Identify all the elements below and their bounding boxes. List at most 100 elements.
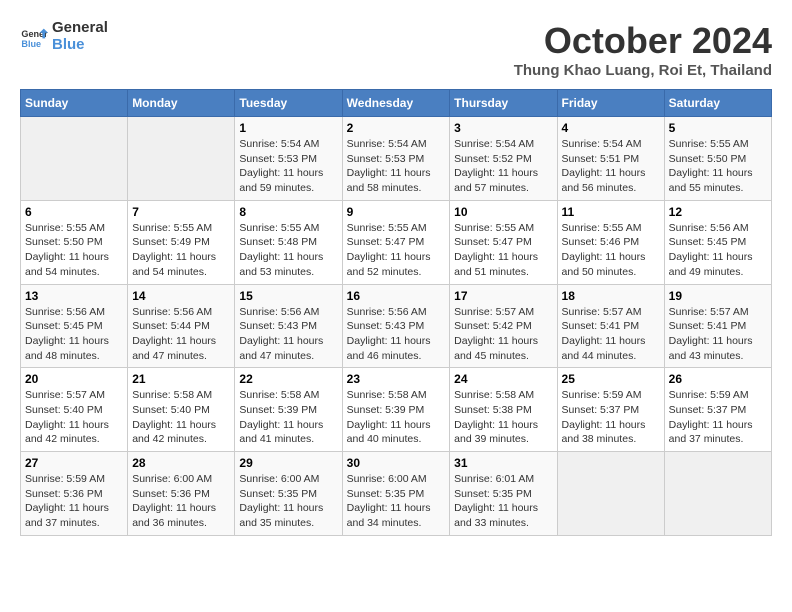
day-number: 18	[562, 289, 660, 303]
day-number: 4	[562, 121, 660, 135]
day-number: 24	[454, 372, 552, 386]
day-info: Sunrise: 5:56 AMSunset: 5:44 PMDaylight:…	[132, 305, 230, 364]
day-info: Sunrise: 5:58 AMSunset: 5:40 PMDaylight:…	[132, 388, 230, 447]
day-number: 10	[454, 205, 552, 219]
calendar-cell: 7Sunrise: 5:55 AMSunset: 5:49 PMDaylight…	[128, 200, 235, 284]
day-number: 29	[239, 456, 337, 470]
weekday-header: Sunday	[21, 90, 128, 117]
day-number: 16	[347, 289, 446, 303]
calendar-cell: 27 Sunrise: 5:59 AMSunset: 5:36 PMDayligh…	[21, 452, 128, 536]
weekday-header: Friday	[557, 90, 664, 117]
day-number: 6	[25, 205, 123, 219]
location: Thung Khao Luang, Roi Et, Thailand	[514, 62, 772, 79]
page-header: General Blue General Blue October 2024 T…	[20, 20, 772, 79]
calendar-cell: 6 Sunrise: 5:55 AMSunset: 5:50 PMDaylight…	[21, 200, 128, 284]
day-number: 20	[25, 372, 123, 386]
calendar-cell: 4 Sunrise: 5:54 AMSunset: 5:51 PMDaylight…	[557, 117, 664, 201]
day-number: 1	[239, 121, 337, 135]
calendar-week-row: 20Sunrise: 5:57 AMSunset: 5:40 PMDayligh…	[21, 368, 772, 452]
calendar-cell: 15 Sunrise: 5:56 AMSunset: 5:43 PMDayligh…	[235, 284, 342, 368]
day-info: Sunrise: 5:55 AMSunset: 5:48 PMDaylight:…	[239, 221, 337, 280]
weekday-header: Tuesday	[235, 90, 342, 117]
day-info: Sunrise: 5:58 AMSunset: 5:39 PMDaylight:…	[239, 388, 337, 447]
logo: General Blue General Blue	[20, 20, 108, 53]
calendar-cell	[21, 117, 128, 201]
calendar-cell: 10Sunrise: 5:55 AMSunset: 5:47 PMDayligh…	[450, 200, 557, 284]
day-number: 3	[454, 121, 552, 135]
day-info: Sunrise: 5:55 AMSunset: 5:47 PMDaylight:…	[347, 221, 446, 280]
calendar-table: SundayMondayTuesdayWednesdayThursdayFrid…	[20, 89, 772, 536]
day-number: 21	[132, 372, 230, 386]
day-info: Sunrise: 5:54 AMSunset: 5:52 PMDaylight:…	[454, 137, 552, 196]
day-number: 25	[562, 372, 660, 386]
day-number: 11	[562, 205, 660, 219]
month-title: October 2024	[514, 20, 772, 62]
calendar-cell: 28 Sunrise: 6:00 AMSunset: 5:36 PMDayligh…	[128, 452, 235, 536]
day-number: 17	[454, 289, 552, 303]
day-number: 19	[669, 289, 767, 303]
calendar-week-row: 6 Sunrise: 5:55 AMSunset: 5:50 PMDaylight…	[21, 200, 772, 284]
calendar-cell: 25Sunrise: 5:59 AMSunset: 5:37 PMDayligh…	[557, 368, 664, 452]
day-number: 22	[239, 372, 337, 386]
day-info: Sunrise: 5:55 AMSunset: 5:49 PMDaylight:…	[132, 221, 230, 280]
logo-blue: Blue	[52, 37, 108, 54]
calendar-cell: 22 Sunrise: 5:58 AMSunset: 5:39 PMDayligh…	[235, 368, 342, 452]
day-info: Sunrise: 5:56 AMSunset: 5:43 PMDaylight:…	[347, 305, 446, 364]
day-number: 12	[669, 205, 767, 219]
calendar-cell: 13Sunrise: 5:56 AMSunset: 5:45 PMDayligh…	[21, 284, 128, 368]
svg-text:Blue: Blue	[21, 38, 41, 48]
day-info: Sunrise: 5:54 AMSunset: 5:51 PMDaylight:…	[562, 137, 660, 196]
calendar-cell: 2 Sunrise: 5:54 AMSunset: 5:53 PMDaylight…	[342, 117, 450, 201]
logo-icon: General Blue	[20, 23, 48, 51]
day-number: 26	[669, 372, 767, 386]
calendar-cell: 29Sunrise: 6:00 AMSunset: 5:35 PMDayligh…	[235, 452, 342, 536]
day-info: Sunrise: 5:55 AMSunset: 5:50 PMDaylight:…	[25, 221, 123, 280]
day-info: Sunrise: 5:57 AMSunset: 5:41 PMDaylight:…	[669, 305, 767, 364]
calendar-cell	[664, 452, 771, 536]
calendar-cell: 3 Sunrise: 5:54 AMSunset: 5:52 PMDaylight…	[450, 117, 557, 201]
day-number: 9	[347, 205, 446, 219]
day-number: 14	[132, 289, 230, 303]
calendar-cell: 20Sunrise: 5:57 AMSunset: 5:40 PMDayligh…	[21, 368, 128, 452]
calendar-cell: 30 Sunrise: 6:00 AMSunset: 5:35 PMDayligh…	[342, 452, 450, 536]
calendar-cell: 17Sunrise: 5:57 AMSunset: 5:42 PMDayligh…	[450, 284, 557, 368]
day-info: Sunrise: 6:01 AMSunset: 5:35 PMDaylight:…	[454, 472, 552, 531]
day-info: Sunrise: 5:56 AMSunset: 5:45 PMDaylight:…	[669, 221, 767, 280]
calendar-cell: 12 Sunrise: 5:56 AMSunset: 5:45 PMDayligh…	[664, 200, 771, 284]
day-number: 27	[25, 456, 123, 470]
day-info: Sunrise: 5:59 AMSunset: 5:36 PMDaylight:…	[25, 472, 123, 531]
day-number: 23	[347, 372, 446, 386]
calendar-cell: 26Sunrise: 5:59 AMSunset: 5:37 PMDayligh…	[664, 368, 771, 452]
weekday-header: Monday	[128, 90, 235, 117]
day-info: Sunrise: 5:54 AMSunset: 5:53 PMDaylight:…	[239, 137, 337, 196]
calendar-header-row: SundayMondayTuesdayWednesdayThursdayFrid…	[21, 90, 772, 117]
calendar-cell: 8Sunrise: 5:55 AMSunset: 5:48 PMDaylight…	[235, 200, 342, 284]
calendar-cell	[128, 117, 235, 201]
day-number: 31	[454, 456, 552, 470]
day-number: 28	[132, 456, 230, 470]
calendar-week-row: 1 Sunrise: 5:54 AMSunset: 5:53 PMDaylight…	[21, 117, 772, 201]
day-info: Sunrise: 5:56 AMSunset: 5:43 PMDaylight:…	[239, 305, 337, 364]
calendar-cell: 31 Sunrise: 6:01 AMSunset: 5:35 PMDayligh…	[450, 452, 557, 536]
day-info: Sunrise: 5:55 AMSunset: 5:50 PMDaylight:…	[669, 137, 767, 196]
day-info: Sunrise: 5:58 AMSunset: 5:39 PMDaylight:…	[347, 388, 446, 447]
weekday-header: Saturday	[664, 90, 771, 117]
day-info: Sunrise: 5:55 AMSunset: 5:46 PMDaylight:…	[562, 221, 660, 280]
day-info: Sunrise: 5:57 AMSunset: 5:41 PMDaylight:…	[562, 305, 660, 364]
calendar-week-row: 13Sunrise: 5:56 AMSunset: 5:45 PMDayligh…	[21, 284, 772, 368]
title-block: October 2024 Thung Khao Luang, Roi Et, T…	[514, 20, 772, 79]
calendar-body: 1 Sunrise: 5:54 AMSunset: 5:53 PMDaylight…	[21, 117, 772, 536]
day-info: Sunrise: 6:00 AMSunset: 5:35 PMDaylight:…	[347, 472, 446, 531]
logo-general: General	[52, 20, 108, 37]
calendar-cell: 21 Sunrise: 5:58 AMSunset: 5:40 PMDayligh…	[128, 368, 235, 452]
day-number: 30	[347, 456, 446, 470]
day-info: Sunrise: 5:54 AMSunset: 5:53 PMDaylight:…	[347, 137, 446, 196]
calendar-cell: 14 Sunrise: 5:56 AMSunset: 5:44 PMDayligh…	[128, 284, 235, 368]
day-number: 13	[25, 289, 123, 303]
calendar-cell	[557, 452, 664, 536]
calendar-cell: 11 Sunrise: 5:55 AMSunset: 5:46 PMDayligh…	[557, 200, 664, 284]
calendar-cell: 18 Sunrise: 5:57 AMSunset: 5:41 PMDayligh…	[557, 284, 664, 368]
day-number: 15	[239, 289, 337, 303]
day-number: 2	[347, 121, 446, 135]
day-info: Sunrise: 6:00 AMSunset: 5:36 PMDaylight:…	[132, 472, 230, 531]
